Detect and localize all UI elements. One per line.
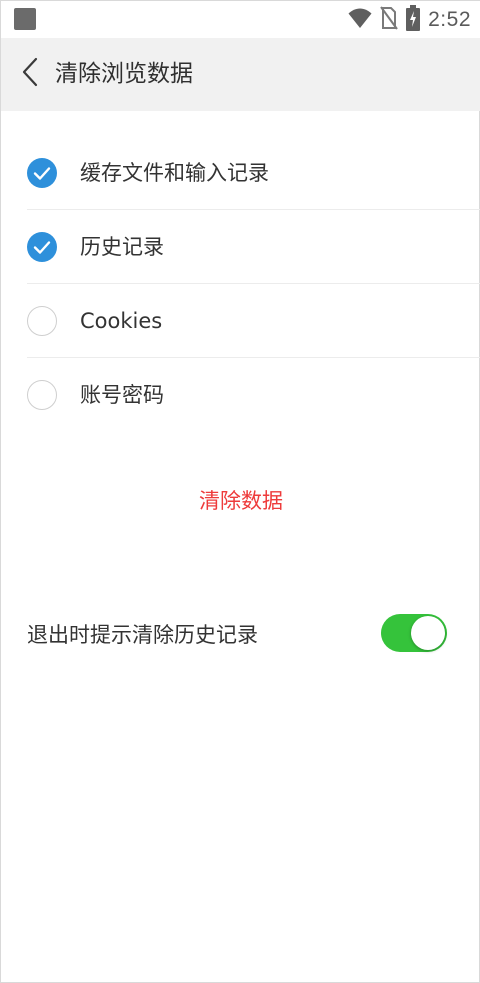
option-label: 缓存文件和输入记录 (80, 161, 269, 185)
option-cache-and-input[interactable]: 缓存文件和输入记录 (1, 136, 480, 210)
status-icons: 2:52 (348, 4, 471, 35)
toggle-knob (411, 616, 445, 650)
no-sim-icon (380, 5, 398, 34)
checkmark-icon (33, 167, 51, 180)
header-bar: 清除浏览数据 (1, 38, 480, 111)
clear-options-list: 缓存文件和输入记录 历史记录 Cookies 账号密码 (1, 136, 480, 432)
option-passwords[interactable]: 账号密码 (1, 358, 480, 432)
checkbox-icon[interactable] (27, 232, 57, 262)
clear-data-button[interactable]: 清除数据 (141, 479, 341, 523)
wifi-icon (348, 7, 372, 33)
back-button[interactable] (15, 56, 45, 92)
status-time: 2:52 (428, 7, 471, 31)
option-history[interactable]: 历史记录 (1, 210, 480, 284)
checkbox-icon[interactable] (27, 158, 57, 188)
page-title: 清除浏览数据 (55, 61, 193, 87)
app-notification-icon (14, 8, 36, 30)
option-label: 账号密码 (80, 383, 164, 407)
checkmark-icon (33, 241, 51, 254)
battery-charging-icon (406, 4, 421, 35)
exit-prompt-label: 退出时提示清除历史记录 (27, 623, 258, 647)
status-bar: 2:52 (1, 1, 480, 38)
exit-prompt-row: 退出时提示清除历史记录 (1, 611, 480, 659)
checkbox-icon[interactable] (27, 380, 57, 410)
option-label: 历史记录 (80, 235, 164, 259)
checkbox-icon[interactable] (27, 306, 57, 336)
option-label: Cookies (80, 309, 163, 333)
option-cookies[interactable]: Cookies (1, 284, 480, 358)
chevron-left-icon (21, 57, 39, 91)
exit-prompt-toggle[interactable] (381, 614, 447, 652)
